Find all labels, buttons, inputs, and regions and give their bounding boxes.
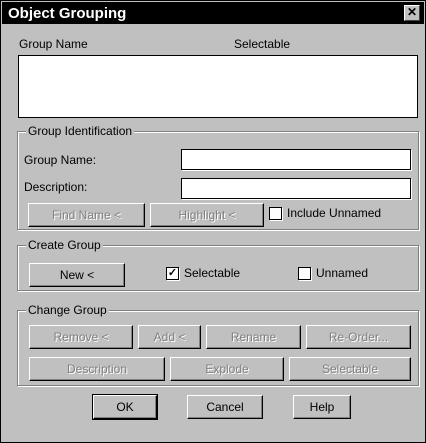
- selectable-label: Selectable: [184, 266, 241, 280]
- groups-listbox[interactable]: [18, 55, 418, 118]
- remove-button[interactable]: Remove <: [29, 325, 133, 349]
- cancel-button[interactable]: Cancel: [187, 395, 263, 419]
- title-bar[interactable]: Object Grouping ✕: [2, 2, 424, 24]
- help-button[interactable]: Help: [293, 395, 351, 419]
- new-group-button[interactable]: New <: [29, 263, 125, 287]
- find-name-button[interactable]: Find Name <: [28, 203, 145, 227]
- object-grouping-dialog: Object Grouping ✕ Group Name Selectable …: [0, 0, 426, 443]
- description-button[interactable]: Description: [29, 357, 165, 381]
- description-label: Description:: [24, 180, 88, 194]
- include-unnamed-checkbox[interactable]: [269, 207, 282, 220]
- selectable-checkbox[interactable]: ✓: [166, 267, 179, 280]
- explode-button[interactable]: Explode: [170, 357, 284, 381]
- list-header-group-name[interactable]: Group Name: [19, 37, 88, 51]
- rename-button[interactable]: Rename: [206, 325, 301, 349]
- create-group-legend: Create Group: [26, 238, 103, 252]
- include-unnamed-label: Include Unnamed: [287, 206, 382, 220]
- group-name-label: Group Name:: [24, 153, 97, 167]
- unnamed-checkbox[interactable]: [298, 267, 311, 280]
- unnamed-label: Unnamed: [316, 266, 369, 280]
- description-field[interactable]: [181, 178, 411, 199]
- ok-button[interactable]: OK: [92, 394, 158, 420]
- add-button[interactable]: Add <: [138, 325, 201, 349]
- selectable-button[interactable]: Selectable: [289, 357, 411, 381]
- group-identification-legend: Group Identification: [26, 124, 135, 138]
- change-group-legend: Change Group: [26, 303, 109, 317]
- group-name-field[interactable]: [181, 149, 411, 170]
- list-header-selectable[interactable]: Selectable: [234, 37, 290, 51]
- close-icon[interactable]: ✕: [404, 5, 420, 21]
- highlight-button[interactable]: Highlight <: [150, 203, 264, 227]
- dialog-title: Object Grouping: [8, 5, 127, 22]
- reorder-button[interactable]: Re-Order...: [306, 325, 411, 349]
